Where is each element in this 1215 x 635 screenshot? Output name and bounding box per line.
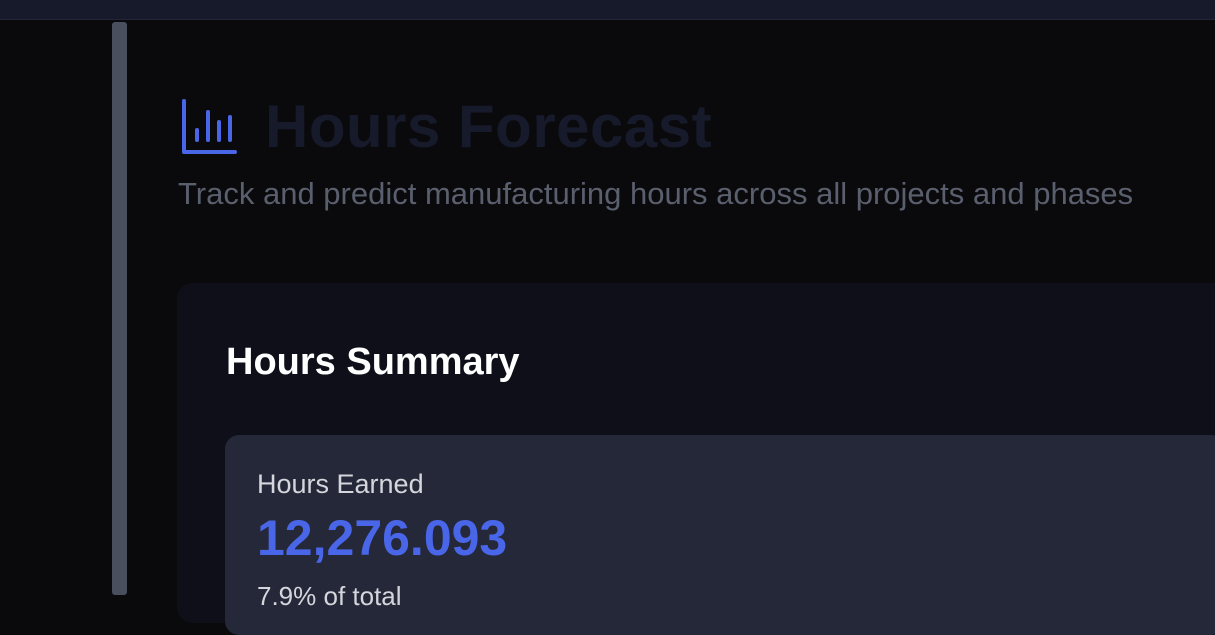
sidebar bbox=[0, 20, 112, 595]
page-header: Hours Forecast bbox=[179, 92, 712, 161]
hours-summary-card: Hours Summary Hours Earned 12,276.093 7.… bbox=[177, 283, 1215, 635]
sidebar-scrollbar[interactable] bbox=[111, 20, 129, 595]
scrollbar-thumb[interactable] bbox=[112, 22, 127, 595]
main-content: Hours Forecast Track and predict manufac… bbox=[129, 20, 1215, 635]
card-title: Hours Summary bbox=[226, 341, 520, 383]
page-subtitle: Track and predict manufacturing hours ac… bbox=[178, 176, 1134, 211]
stat-value: 12,276.093 bbox=[257, 510, 508, 566]
top-bar bbox=[0, 0, 1215, 20]
stat-card-hours-earned: Hours Earned 12,276.093 7.9% of total bbox=[225, 435, 1215, 635]
stat-percentage: 7.9% of total bbox=[257, 581, 402, 611]
bar-chart-icon bbox=[179, 98, 237, 156]
page-title: Hours Forecast bbox=[265, 93, 713, 160]
stat-label: Hours Earned bbox=[257, 469, 424, 499]
